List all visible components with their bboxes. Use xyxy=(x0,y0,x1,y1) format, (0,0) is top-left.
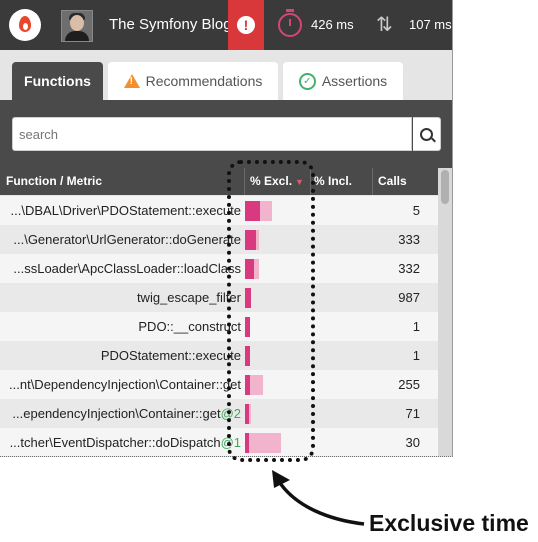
calls-value: 1 xyxy=(412,348,420,363)
wall-time-metric: 426 ms xyxy=(311,17,354,32)
callout-label: Exclusive time xyxy=(369,510,529,536)
table-row[interactable]: ...ssLoader\ApcClassLoader::loadClass 332 xyxy=(0,254,438,283)
callout-arrow-icon xyxy=(272,470,365,526)
io-time-metric: 107 ms xyxy=(409,17,452,32)
table-row[interactable]: twig_escape_filter 987 xyxy=(0,283,438,312)
warning-icon: ! xyxy=(123,74,140,89)
tab-assertions[interactable]: ✓ Assertions xyxy=(283,62,403,100)
stopwatch-icon xyxy=(278,9,302,37)
app-title: The Symfony Blog xyxy=(109,16,232,33)
search-icon xyxy=(420,128,433,141)
function-name-text: ...ssLoader\ApcClassLoader::loadClass xyxy=(13,261,241,276)
avatar[interactable] xyxy=(61,10,93,42)
calls-value: 987 xyxy=(398,290,420,305)
function-name-text: PDO::__construct xyxy=(138,319,241,334)
function-name-text: ...ependencyInjection\Container::get xyxy=(12,406,221,421)
scrollbar-thumb[interactable] xyxy=(441,170,449,204)
table-row[interactable]: ...\DBAL\Driver\PDOStatement::execute 5 xyxy=(0,196,438,225)
table-row[interactable]: PDOStatement::execute 1 xyxy=(0,341,438,370)
tab-assertions-label: Assertions xyxy=(321,73,388,89)
calls-value: 332 xyxy=(398,261,420,276)
function-name-text: ...\Generator\UrlGenerator::doGenerate xyxy=(13,232,241,247)
function-name-text: PDOStatement::execute xyxy=(100,348,241,363)
function-name[interactable]: ...\Generator\UrlGenerator::doGenerate xyxy=(13,225,241,254)
calls-value: 255 xyxy=(398,377,420,392)
function-name[interactable]: ...ssLoader\ApcClassLoader::loadClass xyxy=(13,254,241,283)
function-name[interactable]: ...tcher\EventDispatcher::doDispatch@1 xyxy=(9,428,241,456)
exclamation-icon: ! xyxy=(237,16,255,34)
calls-value: 5 xyxy=(412,203,420,218)
function-name[interactable]: ...ependencyInjection\Container::get@2 xyxy=(12,399,241,428)
tab-functions[interactable]: Functions xyxy=(12,62,103,100)
function-name[interactable]: twig_escape_filter xyxy=(137,283,241,312)
search-input[interactable] xyxy=(12,117,412,151)
alert-button[interactable]: ! xyxy=(228,0,264,50)
check-circle-icon: ✓ xyxy=(298,72,316,90)
function-name[interactable]: ...nt\DependencyInjection\Container::get xyxy=(9,370,241,399)
column-incl[interactable]: % Incl. xyxy=(314,168,352,195)
function-name[interactable]: PDOStatement::execute xyxy=(101,341,241,370)
function-name-text: ...\DBAL\Driver\PDOStatement::execute xyxy=(10,203,241,218)
tab-functions-label: Functions xyxy=(24,73,91,89)
blackfire-logo-icon[interactable] xyxy=(9,9,41,41)
scrollbar[interactable] xyxy=(438,168,452,456)
function-name-text: twig_escape_filter xyxy=(136,290,241,305)
function-name[interactable]: PDO::__construct xyxy=(138,312,241,341)
table-row[interactable]: PDO::__construct 1 xyxy=(0,312,438,341)
calls-value: 333 xyxy=(398,232,420,247)
tab-recommendations-label: Recommendations xyxy=(145,73,263,89)
function-name-text: ...nt\DependencyInjection\Container::get xyxy=(9,377,241,392)
top-bar: The Symfony Blog ! 426 ms ⇅ 107 ms xyxy=(0,0,452,50)
function-name-text: ...tcher\EventDispatcher::doDispatch xyxy=(9,435,221,450)
table-header: Function / Metric % Excl. ▼ % Incl. Calls xyxy=(0,168,438,195)
table-row[interactable]: ...ependencyInjection\Container::get@2 71 xyxy=(0,399,438,428)
column-function[interactable]: Function / Metric xyxy=(6,168,102,195)
table-row[interactable]: ...tcher\EventDispatcher::doDispatch@1 30 xyxy=(0,428,438,456)
io-arrows-icon: ⇅ xyxy=(376,14,393,36)
calls-value: 1 xyxy=(412,319,420,334)
calls-value: 30 xyxy=(405,435,420,450)
table-row[interactable]: ...\Generator\UrlGenerator::doGenerate 33… xyxy=(0,225,438,254)
table-row[interactable]: ...nt\DependencyInjection\Container::get… xyxy=(0,370,438,399)
column-calls[interactable]: Calls xyxy=(378,168,407,195)
search-button[interactable] xyxy=(413,117,441,151)
calls-value: 71 xyxy=(405,406,420,421)
exclusive-time-highlight xyxy=(227,160,315,462)
function-name[interactable]: ...\DBAL\Driver\PDOStatement::execute xyxy=(11,196,241,225)
tab-recommendations[interactable]: ! Recommendations xyxy=(108,62,278,100)
